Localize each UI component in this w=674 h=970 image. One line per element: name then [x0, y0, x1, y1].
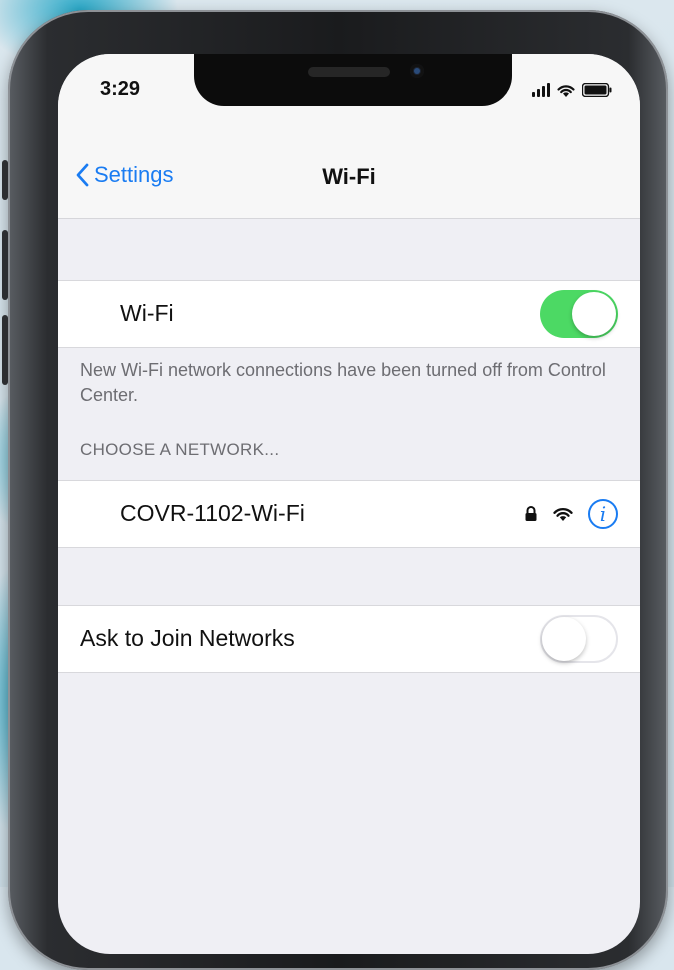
network-name: COVR-1102-Wi-Fi	[120, 500, 305, 526]
silent-switch	[2, 160, 8, 200]
lock-icon	[525, 506, 537, 521]
phone-frame: 3:29 Settings Wi-Fi Wi-Fi New Wi-Fi netw…	[2, 10, 668, 970]
volume-down-button	[2, 315, 8, 385]
toggle-knob	[572, 292, 616, 336]
wifi-signal-icon	[553, 508, 573, 521]
network-row[interactable]: COVR-1102-Wi-Fi i	[58, 480, 640, 548]
navigation-bar: Settings Wi-Fi	[58, 134, 640, 219]
notch	[194, 54, 512, 106]
status-time: 3:29	[100, 78, 141, 100]
network-icons: i	[524, 499, 618, 529]
ask-to-join-label: Ask to Join Networks	[80, 625, 295, 651]
ask-to-join-row: Ask to Join Networks	[58, 605, 640, 673]
speaker-grille	[308, 67, 390, 77]
networks-header: CHOOSE A NETWORK...	[80, 440, 280, 459]
wifi-toggle-row: Wi-Fi	[58, 280, 640, 348]
wifi-status-icon	[557, 84, 575, 97]
toggle-knob	[542, 617, 586, 661]
status-icons	[532, 80, 612, 100]
wifi-label: Wi-Fi	[120, 300, 174, 326]
volume-up-button	[2, 230, 8, 300]
info-icon[interactable]: i	[588, 499, 618, 529]
wifi-toggle[interactable]	[540, 290, 618, 338]
front-camera	[410, 64, 424, 78]
ask-to-join-toggle[interactable]	[540, 615, 618, 663]
battery-icon	[582, 83, 612, 97]
page-title: Wi-Fi	[322, 164, 376, 189]
cellular-signal-icon	[532, 83, 550, 97]
control-center-note: New Wi-Fi network connections have been …	[80, 360, 606, 405]
phone-screen: 3:29 Settings Wi-Fi Wi-Fi New Wi-Fi netw…	[58, 54, 640, 954]
